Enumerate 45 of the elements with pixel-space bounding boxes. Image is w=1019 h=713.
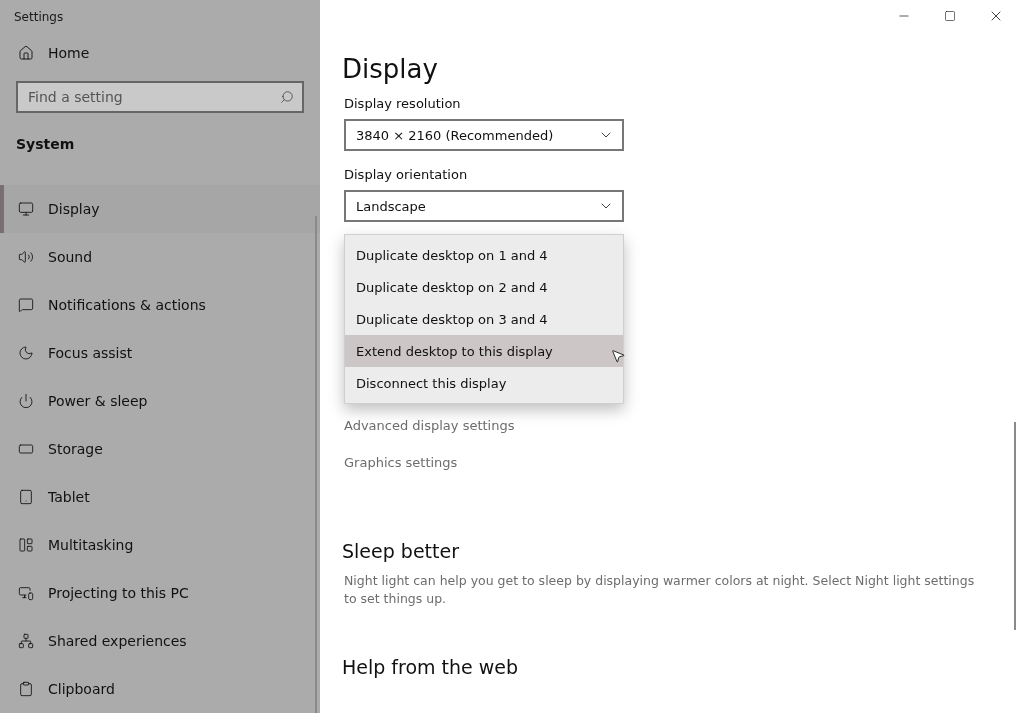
- maximize-icon: [944, 10, 956, 22]
- section-heading: Help from the web: [342, 656, 520, 678]
- clipboard-icon: [18, 681, 34, 697]
- menu-item[interactable]: Disconnect this display: [345, 367, 623, 399]
- drive-icon: [18, 441, 34, 457]
- sidebar-item[interactable]: Notifications & actions: [0, 281, 320, 329]
- menu-item[interactable]: Extend desktop to this display: [345, 335, 623, 367]
- moon-icon: [18, 345, 34, 361]
- description-text: Night light can help you get to sleep by displaying warmer colors at night. Select Night light settings to set things up.: [344, 572, 976, 608]
- monitor-phone-icon: [18, 585, 34, 601]
- search-icon: [280, 90, 294, 104]
- field-label: Display resolution: [344, 96, 462, 111]
- settings-link[interactable]: Advanced display settings: [344, 418, 515, 433]
- dropdown[interactable]: 3840 × 2160 (Recommended): [344, 119, 624, 151]
- sidebar-item[interactable]: Tablet: [0, 473, 320, 521]
- power-icon: [18, 393, 34, 409]
- panels-icon: [18, 537, 34, 553]
- sidebar-item[interactable]: Shared experiences: [0, 617, 320, 665]
- home-link[interactable]: Home: [0, 44, 90, 61]
- mouse-cursor-icon: [610, 348, 626, 364]
- sidebar-item[interactable]: Focus assist: [0, 329, 320, 377]
- menu-item[interactable]: Duplicate desktop on 1 and 4: [345, 239, 623, 271]
- network-icon: [18, 633, 34, 649]
- home-icon: [18, 44, 34, 61]
- sidebar-item[interactable]: Projecting to this PC: [0, 569, 320, 617]
- sidebar-item[interactable]: Display: [0, 185, 320, 233]
- dropdown[interactable]: Landscape: [344, 190, 624, 222]
- field-label: Display orientation: [344, 167, 469, 182]
- window-title: Settings: [13, 9, 65, 25]
- tablet-icon: [18, 489, 34, 505]
- page-title: Display: [342, 54, 439, 84]
- sidebar-item[interactable]: Clipboard: [0, 665, 320, 713]
- speech-bubble-icon: [18, 297, 34, 313]
- search-field[interactable]: Find a setting: [16, 81, 304, 113]
- menu-item[interactable]: Duplicate desktop on 2 and 4: [345, 271, 623, 303]
- settings-link[interactable]: Graphics settings: [344, 455, 458, 470]
- section-heading: System: [15, 136, 76, 152]
- monitor-icon: [18, 201, 34, 217]
- sidebar-item[interactable]: Power & sleep: [0, 377, 320, 425]
- menu-item[interactable]: Duplicate desktop on 3 and 4: [345, 303, 623, 335]
- sidebar-item[interactable]: Multitasking: [0, 521, 320, 569]
- section-heading: Sleep better: [342, 540, 460, 562]
- speaker-icon: [18, 249, 34, 265]
- sidebar-item[interactable]: Sound: [0, 233, 320, 281]
- sidebar-item[interactable]: Storage: [0, 425, 320, 473]
